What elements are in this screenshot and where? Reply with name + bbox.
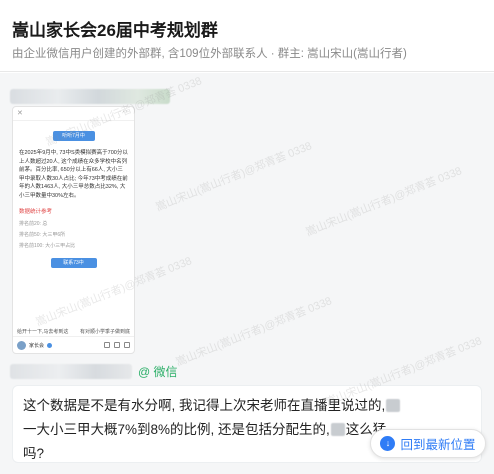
jump-to-latest-button[interactable]: ↓ 回到最新位置 (370, 429, 486, 458)
image-topbar: ✕ ··· (13, 107, 134, 121)
sender-name-blurred (10, 88, 170, 104)
image-top-button: 听听7月中 (52, 131, 95, 141)
chat-area[interactable]: ✕ ··· 听听7月中 在2025年9月中, 73中S类模拟赛高于700分以上人… (0, 73, 494, 474)
watermark: 嵩山宋山(嵩山行者)@郑青荟 0338 (154, 140, 314, 214)
image-list-item: 排名前100: 大小三甲占比 (19, 243, 76, 249)
arrow-down-icon: ↓ (380, 436, 396, 451)
like-icon (124, 342, 130, 348)
wechat-source-tag: @ 微信 (138, 364, 178, 379)
avatar (17, 340, 26, 350)
image-body-text: 在2025年9月中, 73中S类模拟赛高于700分以上人数超过20人, 这个成绩… (19, 150, 128, 199)
image-bottom-button: 联系73中 (50, 258, 97, 268)
close-icon: ✕ (17, 110, 23, 117)
message-line-1: 这个数据是不是有水分啊, 我记得上次宋老师在直播里说过的, (23, 398, 386, 413)
message-line-3: 吗? (23, 446, 45, 461)
redacted-text (386, 399, 401, 412)
image-red-heading: 数据统计参考 (19, 209, 53, 215)
image-list-item: 排名前50: 大三甲6所 (19, 232, 66, 238)
redacted-text (330, 423, 345, 436)
more-icon: ··· (119, 108, 129, 115)
group-subtitle: 由企业微信用户创建的外部群, 含109位外部联系人 · 群主: 嵩山宋山(嵩山行… (12, 48, 407, 60)
image-bottom-row: 给开十一下,马去考到这 有对顺小学季子做到底 (13, 328, 134, 335)
image-footer: 家长会 (13, 336, 134, 353)
message-sender[interactable] (10, 87, 170, 105)
image-bottom-left: 给开十一下,马去考到这 (17, 329, 69, 335)
image-message[interactable]: ✕ ··· 听听7月中 在2025年9月中, 73中S类模拟赛高于700分以上人… (12, 106, 135, 354)
image-footer-name: 家长会 (29, 342, 45, 349)
image-action-icons (104, 342, 130, 348)
message-sender[interactable]: @ 微信 (10, 362, 178, 380)
sender-name-blurred (10, 363, 132, 379)
image-bottom-right: 有对顺小学季子做到底 (79, 329, 130, 335)
share-icon (104, 342, 110, 348)
watermark: 嵩山宋山(嵩山行者)@郑青荟 0338 (174, 295, 334, 369)
message-line-2a: 一大小三甲大概7%到8%的比例, 还是包括分配生的, (23, 422, 330, 437)
verified-icon (47, 342, 53, 348)
image-list-item: 排名前20: 总 (19, 221, 48, 227)
jump-to-latest-label: 回到最新位置 (400, 438, 476, 452)
chat-header: 嵩山家长会26届中考规划群 由企业微信用户创建的外部群, 含109位外部联系人 … (0, 0, 494, 72)
comment-icon (114, 342, 120, 348)
group-title[interactable]: 嵩山家长会26届中考规划群 (12, 16, 218, 41)
watermark: 嵩山宋山(嵩山行者)@郑青荟 0338 (304, 165, 464, 239)
